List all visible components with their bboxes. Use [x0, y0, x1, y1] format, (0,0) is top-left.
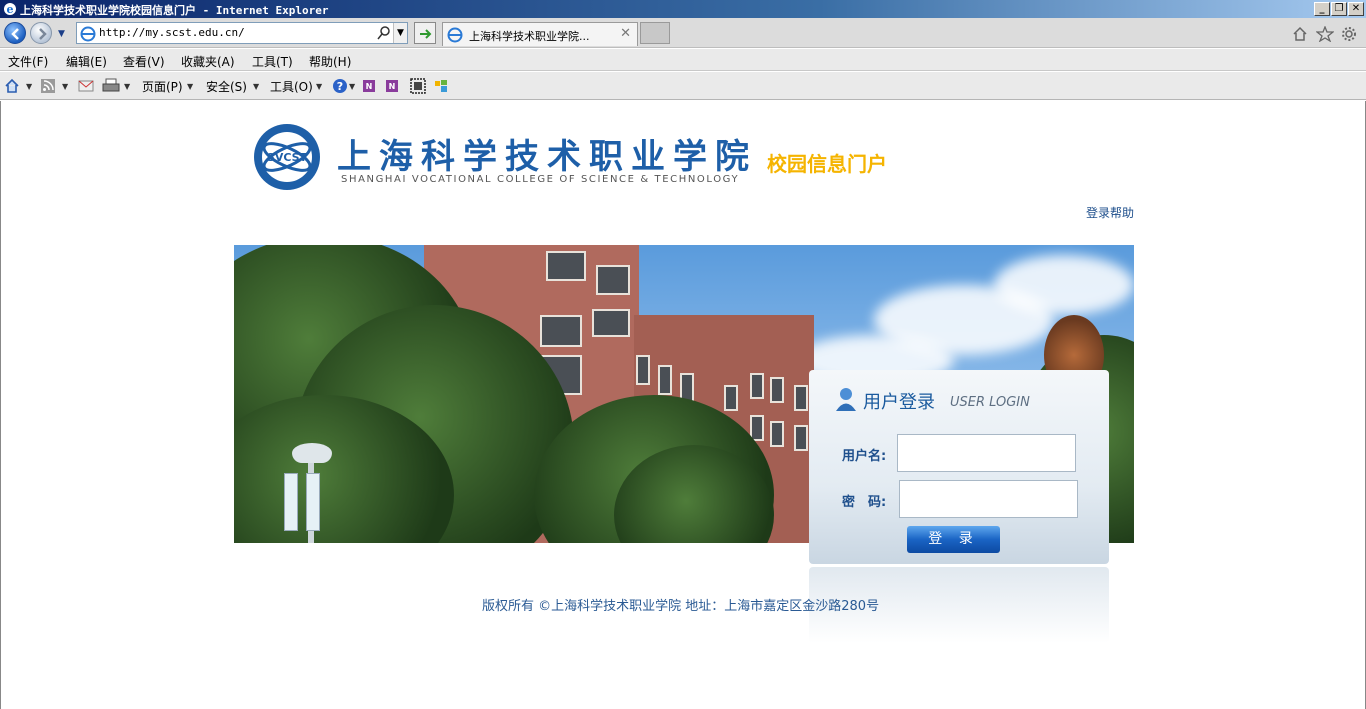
help-dropdown-icon[interactable]: ▼ [349, 82, 355, 91]
svg-text:?: ? [337, 80, 343, 93]
street-lamp [292, 443, 332, 463]
password-input[interactable] [899, 480, 1078, 518]
feed-dropdown-icon[interactable]: ▼ [62, 82, 68, 91]
new-tab-button[interactable] [640, 22, 670, 44]
ie-page-icon [80, 26, 96, 42]
login-title: 用户登录 [863, 392, 935, 413]
portal-title: 校园信息门户 [767, 152, 887, 176]
logo-text: SVCST [267, 151, 308, 164]
close-window-button[interactable]: ✕ [1348, 2, 1364, 16]
minimize-button[interactable]: _ [1314, 2, 1330, 16]
password-label: 密 码: [842, 495, 887, 510]
menu-view[interactable]: 查看(V) [123, 53, 165, 70]
window-title-bar: e 上海科学技术职业学院校园信息门户 - Internet Explorer _… [0, 0, 1366, 18]
menu-favorites[interactable]: 收藏夹(A) [181, 53, 235, 70]
page-dropdown-icon[interactable]: ▼ [187, 82, 193, 91]
school-logo: SVCST [254, 124, 320, 190]
copyright-footer: 版权所有 ©上海科学技术职业学院 地址：上海市嘉定区金沙路280号 [482, 599, 880, 614]
favorites-star-icon[interactable] [1316, 26, 1334, 42]
mail-icon[interactable] [78, 78, 94, 94]
gear-icon[interactable] [1341, 26, 1357, 42]
address-url[interactable]: http://my.scst.edu.cn/ [99, 26, 245, 39]
forward-button[interactable] [30, 22, 52, 44]
research-icon[interactable] [433, 78, 449, 94]
help-icon[interactable]: ? [332, 78, 348, 94]
menu-edit[interactable]: 编辑(E) [66, 53, 107, 70]
login-subtitle: USER LOGIN [950, 395, 1030, 410]
tools-menu[interactable]: 工具(O) [270, 78, 313, 95]
svg-text:N: N [389, 82, 396, 91]
command-bar: ▼ ▼ ▼ 页面(P) ▼ 安全(S) ▼ 工具(O) ▼ ? ▼ N N [0, 72, 1366, 100]
back-button[interactable] [4, 22, 26, 44]
restore-button[interactable]: ❐ [1331, 2, 1347, 16]
ie-tab-icon [447, 27, 463, 43]
window-title: 上海科学技术职业学院校园信息门户 - Internet Explorer [20, 4, 329, 17]
onenote-send-icon[interactable]: N [362, 78, 378, 94]
navigation-bar: ▼ http://my.scst.edu.cn/ ▼ 上海科学技术职业学院...… [0, 18, 1366, 48]
address-dropdown-icon[interactable]: ▼ [393, 23, 407, 43]
go-arrow-icon [420, 29, 432, 39]
page-menu[interactable]: 页面(P) [142, 78, 183, 95]
history-dropdown-icon[interactable]: ▼ [58, 29, 65, 39]
go-button[interactable] [414, 22, 436, 44]
page-content: SVCST 上海科学技术职业学院 SHANGHAI VOCATIONAL COL… [0, 101, 1366, 709]
school-name-cn: 上海科学技术职业学院 [337, 137, 757, 177]
username-input[interactable] [897, 434, 1076, 472]
safety-menu[interactable]: 安全(S) [206, 78, 247, 95]
onenote-linked-icon[interactable]: N [385, 78, 401, 94]
search-icon[interactable] [377, 25, 391, 41]
home-cmd-icon[interactable] [4, 78, 20, 94]
username-label: 用户名: [842, 449, 887, 464]
tools-dropdown-icon[interactable]: ▼ [316, 82, 322, 91]
home-icon[interactable] [1292, 26, 1308, 42]
menu-bar: 文件(F) 编辑(E) 查看(V) 收藏夹(A) 工具(T) 帮助(H) [0, 49, 1366, 71]
arrow-left-icon [11, 28, 19, 40]
print-dropdown-icon[interactable]: ▼ [124, 82, 130, 91]
menu-file[interactable]: 文件(F) [8, 53, 48, 70]
safety-dropdown-icon[interactable]: ▼ [253, 82, 259, 91]
rss-feed-icon[interactable] [40, 78, 56, 94]
user-icon [836, 388, 856, 411]
login-panel: 用户登录 USER LOGIN 用户名: 密 码: 登 录 [809, 370, 1109, 564]
address-bar[interactable]: http://my.scst.edu.cn/ ▼ [76, 22, 408, 44]
tab-close-icon[interactable]: ✕ [620, 26, 631, 41]
ie-logo-icon: e [4, 3, 16, 16]
tab-title: 上海科学技术职业学院... [469, 30, 590, 43]
school-name-en: SHANGHAI VOCATIONAL COLLEGE OF SCIENCE &… [341, 174, 740, 185]
login-button[interactable]: 登 录 [907, 526, 1000, 553]
screen-clip-icon[interactable] [410, 78, 426, 94]
menu-help[interactable]: 帮助(H) [309, 53, 351, 70]
arrow-right-icon [39, 28, 47, 40]
menu-tools[interactable]: 工具(T) [252, 53, 293, 70]
print-icon[interactable] [102, 78, 120, 94]
tab-current[interactable]: 上海科学技术职业学院... ✕ [442, 22, 638, 46]
login-help-link[interactable]: 登录帮助 [1086, 204, 1134, 221]
svg-text:N: N [366, 82, 373, 91]
svg-text:e: e [7, 3, 14, 16]
home-dropdown-icon[interactable]: ▼ [26, 82, 32, 91]
